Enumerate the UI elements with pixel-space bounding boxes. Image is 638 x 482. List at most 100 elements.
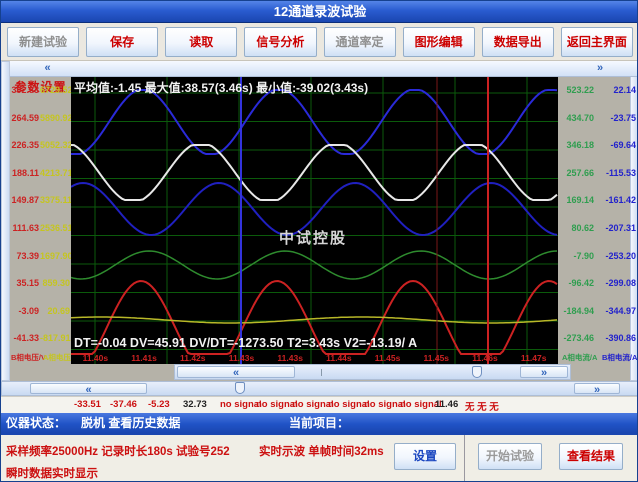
channel-readouts-row: -33.51-37.46-5.2332.73no signalno signal… bbox=[1, 396, 638, 413]
status-bar: 仪器状态： 脱机 查看历史数据 当前项目： bbox=[1, 413, 638, 433]
left-value-a: 264.59 bbox=[10, 112, 39, 124]
scroll-center-tick bbox=[321, 369, 322, 376]
axis-row-left-6: 73.391697.90 bbox=[10, 250, 71, 262]
right-value-a: -7.90 bbox=[560, 250, 594, 262]
time-tick-label: 11.43s bbox=[266, 353, 315, 364]
left-value-a: 226.35 bbox=[10, 139, 39, 151]
left-edge-scrollbar[interactable] bbox=[1, 61, 10, 381]
right-value-b: -115.53 bbox=[600, 167, 636, 179]
view-results-button[interactable]: 查看结果 bbox=[559, 443, 623, 470]
toolbar: 新建试验保存读取信号分析通道率定图形编辑数据导出返回主界面 bbox=[1, 23, 638, 61]
scroll-left-button[interactable]: « bbox=[177, 366, 295, 378]
time-tick-label: 11.40s bbox=[71, 353, 120, 364]
left-value-b: -817.91 bbox=[40, 332, 70, 344]
axis-row-right-7: -96.42 -299.08 bbox=[558, 277, 638, 289]
bottom-panel: 采样频率25000Hz 记录时长180s 试验号252 实时示波 单帧时间32m… bbox=[1, 433, 638, 482]
left-value-a: -41.33 bbox=[10, 332, 39, 344]
main-scroll-right-button[interactable]: » bbox=[574, 383, 620, 394]
watermark: 中试控股 bbox=[279, 227, 347, 248]
readout-value-2: -5.23 bbox=[148, 399, 170, 410]
toolbar-button-graph-edit[interactable]: 图形编辑 bbox=[403, 27, 475, 57]
left-value-b: 859.30 bbox=[40, 277, 70, 289]
settings-button[interactable]: 设置 bbox=[394, 443, 456, 470]
right-value-a: -273.46 bbox=[560, 332, 594, 344]
left-value-a: 73.39 bbox=[10, 250, 39, 262]
right-axis-label-blue: B相电流/A bbox=[602, 353, 638, 362]
toolbar-button-save[interactable]: 保存 bbox=[86, 27, 158, 57]
axis-row-left-3: 188.114213.71 bbox=[10, 167, 71, 179]
axis-row-right-9: -273.46-390.86 bbox=[558, 332, 638, 344]
main-scroll-thumb[interactable] bbox=[235, 382, 245, 394]
axis-row-right-6: -7.90 -253.20 bbox=[558, 250, 638, 262]
time-tick-label: 11.42s bbox=[168, 353, 217, 364]
axis-row-right-8: -184.94 -344.97 bbox=[558, 305, 638, 317]
axis-row-right-4: 169.14-161.42 bbox=[558, 194, 638, 206]
toolbar-button-return-main[interactable]: 返回主界面 bbox=[561, 27, 633, 57]
bottom-divider bbox=[464, 435, 465, 482]
right-parameter-panel: 523.2222.14 434.70-23.75 346.18 -69.64 257.6… bbox=[558, 77, 638, 381]
time-tick-label: 11.45s bbox=[363, 353, 412, 364]
readout-value-10: 11.46 bbox=[435, 399, 458, 410]
zoom-scroll-thumb[interactable] bbox=[472, 366, 482, 378]
left-value-b: 1697.90 bbox=[40, 250, 70, 262]
axis-row-right-0: 523.2222.14 bbox=[558, 84, 638, 96]
readout-value-3: 32.73 bbox=[183, 399, 207, 410]
axis-row-right-1: 434.70-23.75 bbox=[558, 112, 638, 124]
main-scroll-left-button[interactable]: « bbox=[30, 383, 147, 394]
toolbar-button-signal-analysis[interactable]: 信号分析 bbox=[244, 27, 316, 57]
left-value-b: 5052.32 bbox=[40, 139, 70, 151]
right-value-a: 80.62 bbox=[560, 222, 594, 234]
plot-zoom-scrollbar[interactable]: « » bbox=[174, 364, 571, 380]
plot-stats-bottom: DT=-0.04 DV=45.91 DV/DT=-1273.50 T2=3.43… bbox=[74, 336, 417, 350]
left-value-a: -3.09 bbox=[10, 305, 39, 317]
axis-row-left-1: 264.595890.92 bbox=[10, 112, 71, 124]
start-test-button[interactable]: 开始试验 bbox=[478, 443, 542, 470]
time-tick-label: 11.41s bbox=[120, 353, 169, 364]
right-value-a: -184.94 bbox=[560, 305, 594, 317]
toolbar-button-new-test[interactable]: 新建试验 bbox=[7, 27, 79, 57]
left-value-a: 302.83 bbox=[10, 84, 39, 96]
left-value-b: 5890.92 bbox=[40, 112, 70, 124]
right-value-b: 22.14 bbox=[600, 84, 636, 96]
expand-right-button[interactable]: » bbox=[565, 61, 635, 76]
instant-data-info: 瞬时数据实时显示 bbox=[6, 465, 98, 481]
time-axis: 11.40s11.41s11.42s11.43s11.43s11.44s11.4… bbox=[71, 353, 558, 364]
right-value-a: 346.18 bbox=[560, 139, 594, 151]
series-yellow-flat bbox=[71, 317, 557, 323]
left-value-a: 111.63 bbox=[10, 222, 39, 234]
left-parameter-panel: 参数设置 302.836729.52264.595890.92226.35505… bbox=[10, 77, 71, 381]
right-value-a: 257.66 bbox=[560, 167, 594, 179]
toolbar-button-channel-calibration[interactable]: 通道率定 bbox=[324, 27, 396, 57]
toolbar-button-read[interactable]: 读取 bbox=[165, 27, 237, 57]
right-value-b: -207.31 bbox=[600, 222, 636, 234]
main-scrollbar[interactable]: « » bbox=[1, 381, 638, 396]
axis-row-right-5: 80.62 -207.31 bbox=[558, 222, 638, 234]
right-value-b: -344.97 bbox=[600, 305, 636, 317]
right-value-b: -69.64 bbox=[600, 139, 636, 151]
top-scroll-bar: « » bbox=[10, 61, 638, 77]
waveform-canvas[interactable] bbox=[71, 77, 558, 364]
axis-row-left-0: 302.836729.52 bbox=[10, 84, 71, 96]
sampling-info: 采样频率25000Hz 记录时长180s 试验号252 bbox=[6, 443, 230, 459]
right-value-b: -299.08 bbox=[600, 277, 636, 289]
right-value-b: -253.20 bbox=[600, 250, 636, 262]
plot-stats-top: 平均值:-1.45 最大值:38.57(3.46s) 最小值:-39.02(3.… bbox=[74, 79, 368, 96]
right-value-a: -96.42 bbox=[560, 277, 594, 289]
left-value-b: 6729.52 bbox=[40, 84, 70, 96]
axis-row-left-2: 226.355052.32 bbox=[10, 139, 71, 151]
right-value-a: 434.70 bbox=[560, 112, 594, 124]
readout-value-1: -37.46 bbox=[110, 399, 137, 410]
time-tick-label: 11.47s bbox=[509, 353, 558, 364]
left-axis-label-red: B相电压/V bbox=[11, 353, 46, 362]
window-title: 12通道录波试验 bbox=[1, 1, 638, 23]
time-tick-label: 11.44s bbox=[315, 353, 364, 364]
left-value-b: 2536.51 bbox=[40, 222, 70, 234]
collapse-left-button[interactable]: « bbox=[20, 61, 75, 76]
toolbar-button-data-export[interactable]: 数据导出 bbox=[482, 27, 554, 57]
waveform-plot[interactable]: 平均值:-1.45 最大值:38.57(3.46s) 最小值:-39.02(3.… bbox=[71, 77, 558, 364]
time-tick-label: 11.43s bbox=[217, 353, 266, 364]
scroll-right-button[interactable]: » bbox=[520, 366, 568, 378]
left-value-b: 3375.11 bbox=[40, 194, 70, 206]
axis-row-left-9: -41.33-817.91 bbox=[10, 332, 71, 344]
readout-value-11: 无 无 无 bbox=[465, 399, 499, 413]
